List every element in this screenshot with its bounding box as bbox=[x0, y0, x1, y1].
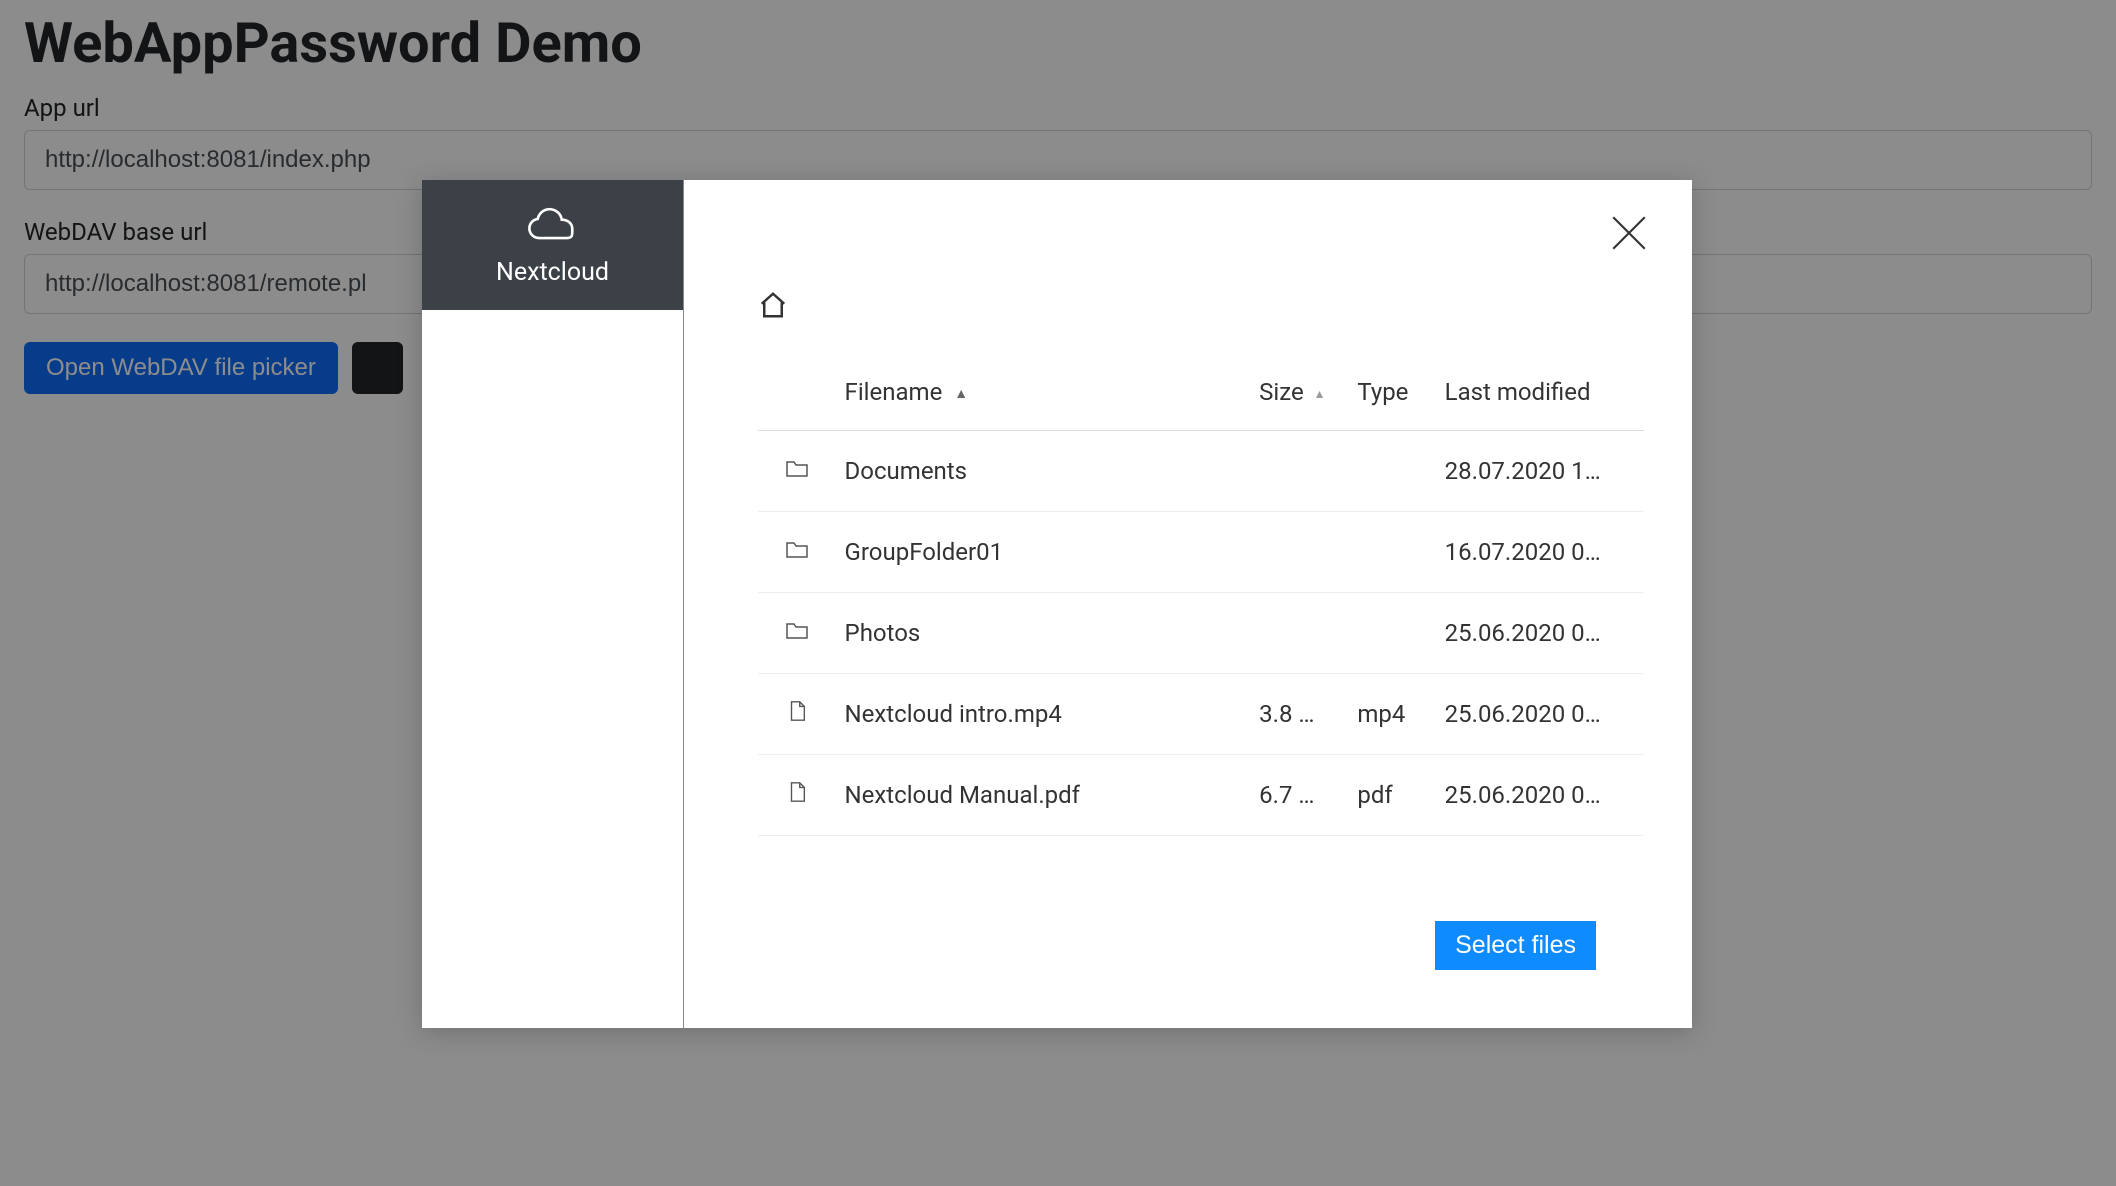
file-name: Documents bbox=[837, 431, 1252, 512]
sort-indicator-icon: ▲ bbox=[1314, 387, 1326, 401]
table-row[interactable]: GroupFolder01 16.07.2020 0… bbox=[758, 512, 1644, 593]
breadcrumb-home[interactable] bbox=[758, 290, 1644, 324]
file-type: mp4 bbox=[1349, 674, 1436, 755]
close-button[interactable] bbox=[1608, 212, 1650, 258]
column-modified-header[interactable]: Last modified bbox=[1437, 360, 1644, 431]
modal-sidebar: Nextcloud bbox=[422, 180, 684, 1028]
file-name: Photos bbox=[837, 593, 1252, 674]
table-row[interactable]: Photos 25.06.2020 0… bbox=[758, 593, 1644, 674]
file-size: 6.7 … bbox=[1251, 755, 1349, 836]
sidebar-item-nextcloud[interactable]: Nextcloud bbox=[422, 180, 683, 310]
table-row[interactable]: Nextcloud Manual.pdf6.7 …pdf25.06.2020 0… bbox=[758, 755, 1644, 836]
file-name: Nextcloud intro.mp4 bbox=[837, 674, 1252, 755]
table-row[interactable]: Documents 28.07.2020 1… bbox=[758, 431, 1644, 512]
file-size: 3.8 … bbox=[1251, 674, 1349, 755]
file-size bbox=[1251, 593, 1349, 674]
column-modified-label: Last modified bbox=[1445, 378, 1591, 406]
column-type-header[interactable]: Type bbox=[1349, 360, 1436, 431]
select-files-button[interactable]: Select files bbox=[1435, 921, 1596, 970]
column-icon-header bbox=[758, 360, 837, 431]
folder-icon bbox=[785, 538, 809, 566]
file-modified: 25.06.2020 0… bbox=[1437, 674, 1644, 755]
file-modified: 16.07.2020 0… bbox=[1437, 512, 1644, 593]
folder-icon bbox=[785, 457, 809, 485]
file-icon bbox=[785, 781, 809, 809]
file-type bbox=[1349, 512, 1436, 593]
file-modified: 25.06.2020 0… bbox=[1437, 593, 1644, 674]
home-icon bbox=[758, 305, 788, 324]
file-table: Filename ▲ Size ▲ Type Last mo bbox=[758, 360, 1644, 836]
file-size bbox=[1251, 512, 1349, 593]
file-modified: 28.07.2020 1… bbox=[1437, 431, 1644, 512]
cloud-icon bbox=[525, 204, 581, 248]
folder-icon bbox=[785, 619, 809, 647]
column-filename-header[interactable]: Filename ▲ bbox=[837, 360, 1252, 431]
table-row[interactable]: Nextcloud intro.mp43.8 …mp425.06.2020 0… bbox=[758, 674, 1644, 755]
column-type-label: Type bbox=[1357, 378, 1408, 406]
column-size-header[interactable]: Size ▲ bbox=[1251, 360, 1349, 431]
file-name: Nextcloud Manual.pdf bbox=[837, 755, 1252, 836]
file-size bbox=[1251, 431, 1349, 512]
file-icon bbox=[785, 700, 809, 728]
file-table-scroll[interactable]: Filename ▲ Size ▲ Type Last mo bbox=[758, 360, 1644, 903]
sort-asc-icon: ▲ bbox=[954, 385, 968, 402]
file-type bbox=[1349, 431, 1436, 512]
sidebar-title: Nextcloud bbox=[496, 258, 609, 287]
column-filename-label: Filename bbox=[845, 378, 943, 406]
file-name: GroupFolder01 bbox=[837, 512, 1252, 593]
file-picker-modal: Nextcloud bbox=[422, 180, 1692, 1028]
file-type bbox=[1349, 593, 1436, 674]
file-modified: 25.06.2020 0… bbox=[1437, 755, 1644, 836]
file-type: pdf bbox=[1349, 755, 1436, 836]
column-size-label: Size bbox=[1259, 378, 1304, 406]
